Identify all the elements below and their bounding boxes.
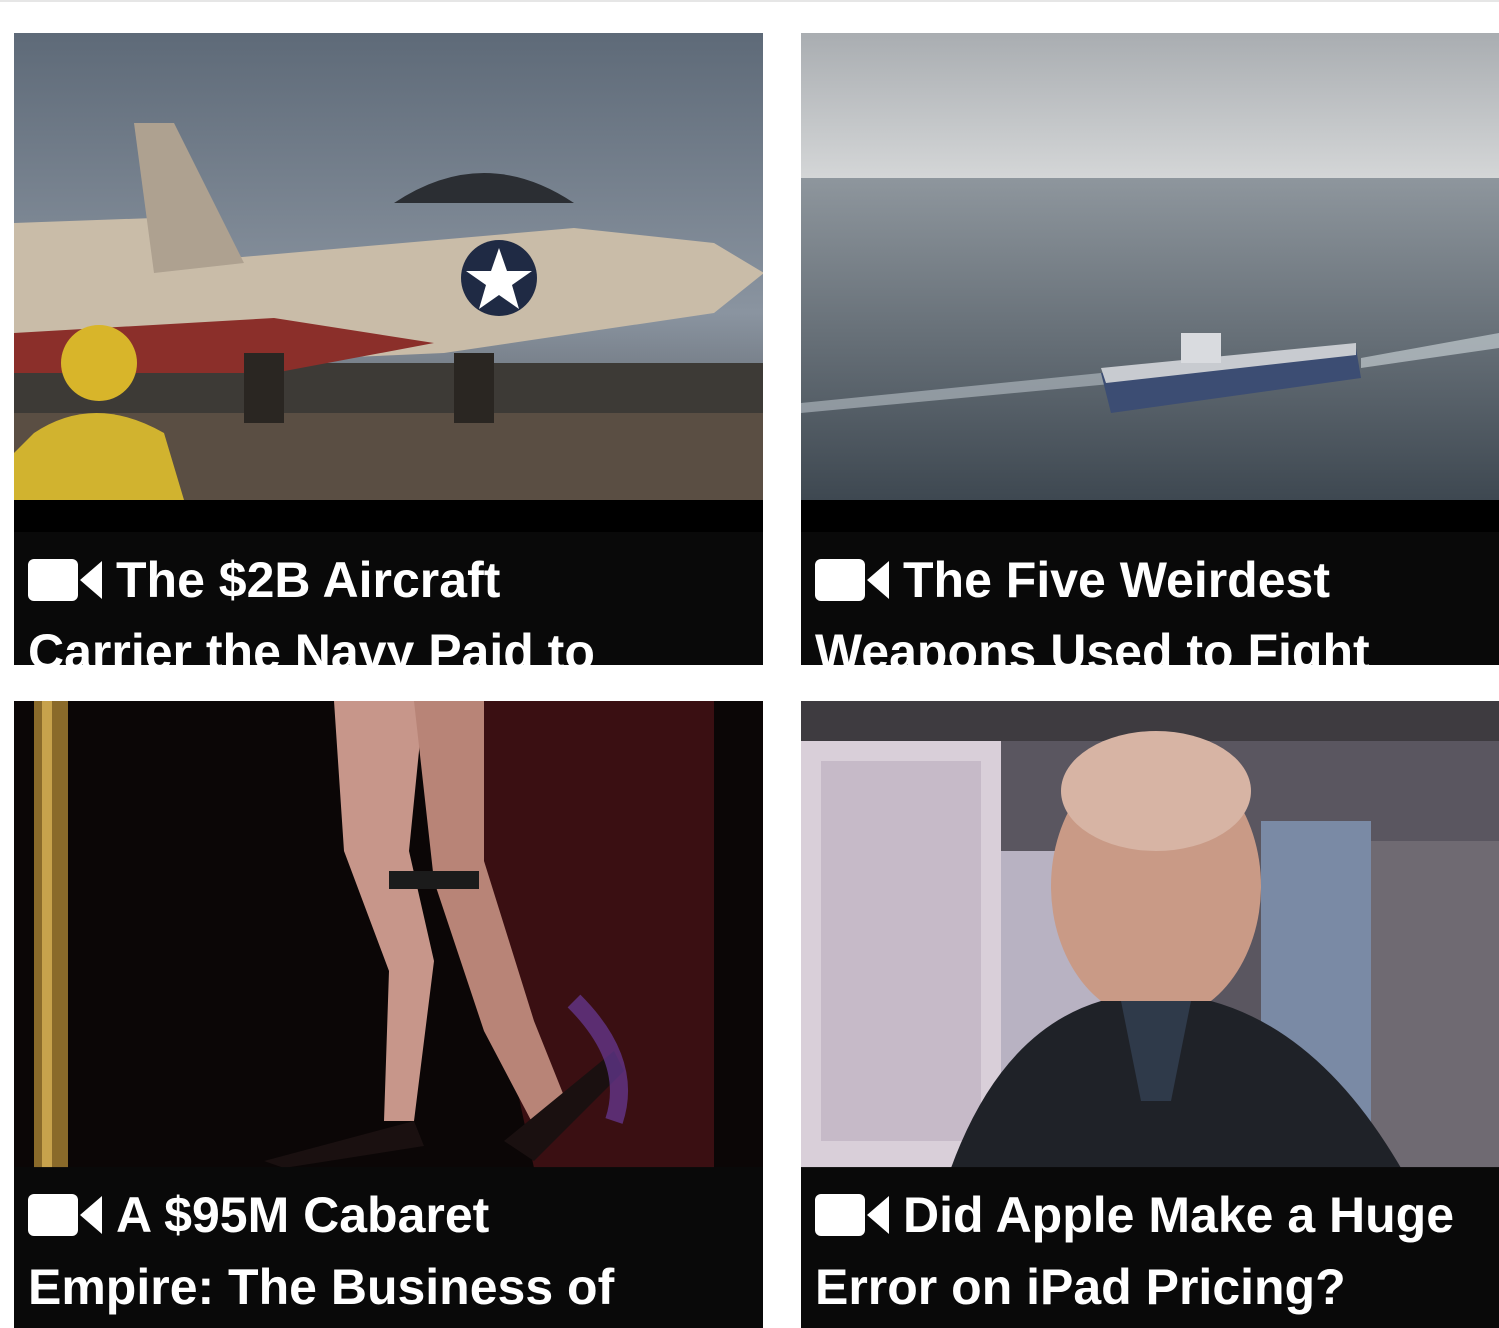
- video-camera-icon: [815, 1193, 889, 1236]
- caption-line-2: Carrier the Navy Paid to: [28, 624, 595, 665]
- caption-line-1: The Five Weirdest: [903, 552, 1330, 608]
- caption-line-2: Error on iPad Pricing?: [815, 1259, 1346, 1315]
- video-card-cabaret-empire[interactable]: A $95M Cabaret Empire: The Business of: [14, 701, 763, 1328]
- video-card-apple-ipad[interactable]: Did Apple Make a Huge Error on iPad Pric…: [801, 701, 1499, 1328]
- dancer-legs-stage-image: [14, 701, 763, 1168]
- video-caption[interactable]: A $95M Cabaret Empire: The Business of: [14, 1167, 763, 1328]
- video-card-weird-weapons[interactable]: The Five Weirdest Weapons Used to Fight: [801, 33, 1499, 665]
- video-caption[interactable]: The $2B Aircraft Carrier the Navy Paid t…: [14, 532, 763, 665]
- caption-line-1: The $2B Aircraft: [116, 552, 501, 608]
- video-card-aircraft-carrier[interactable]: The $2B Aircraft Carrier the Navy Paid t…: [14, 33, 763, 665]
- caption-line-1: Did Apple Make a Huge: [903, 1187, 1455, 1243]
- caption-line-2: Weapons Used to Fight: [815, 624, 1370, 665]
- commentator-city-background-image: [801, 701, 1499, 1168]
- video-caption[interactable]: The Five Weirdest Weapons Used to Fight: [801, 532, 1499, 665]
- video-camera-icon: [28, 1193, 102, 1236]
- video-caption[interactable]: Did Apple Make a Huge Error on iPad Pric…: [801, 1167, 1499, 1328]
- video-grid: The $2B Aircraft Carrier the Navy Paid t…: [0, 0, 1499, 1328]
- video-camera-icon: [815, 558, 889, 601]
- video-camera-icon: [28, 558, 102, 601]
- aircraft-carrier-at-sea-image: [801, 33, 1499, 500]
- fighter-jet-on-carrier-image: [14, 33, 763, 500]
- caption-line-1: A $95M Cabaret: [116, 1187, 490, 1243]
- caption-line-2: Empire: The Business of: [28, 1259, 615, 1315]
